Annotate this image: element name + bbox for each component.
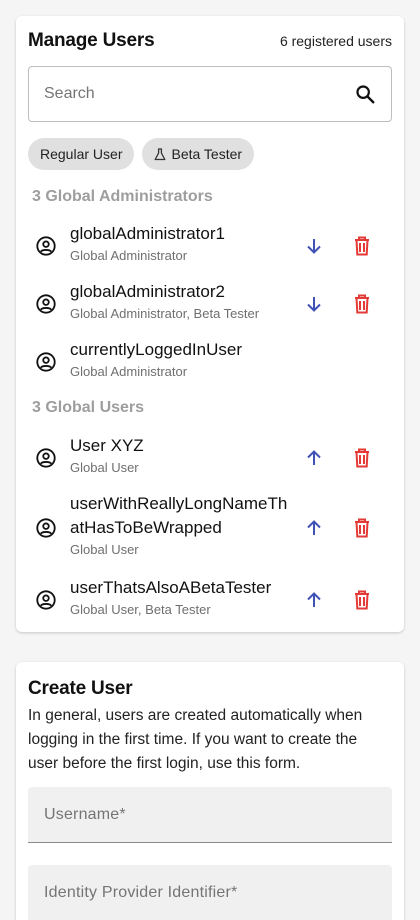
user-name: globalAdministrator1 <box>70 224 225 243</box>
user-name: User XYZ <box>70 436 144 455</box>
user-row: userThatsAlsoABetaTester Global User, Be… <box>16 576 404 624</box>
search-input[interactable] <box>44 85 353 103</box>
user-role: Global Administrator <box>70 364 188 379</box>
demote-arrow-down-icon[interactable] <box>298 288 330 320</box>
create-user-description: In general, users are created automatica… <box>28 707 363 772</box>
account-circle-icon <box>34 234 58 258</box>
delete-trash-icon[interactable] <box>346 288 378 320</box>
account-circle-icon <box>34 516 58 540</box>
user-name: currentlyLoggedInUser <box>70 340 242 359</box>
user-row: globalAdministrator2 Global Administrato… <box>16 280 404 328</box>
create-user-card: Create User In general, users are create… <box>16 662 404 920</box>
user-name: globalAdministrator2 <box>70 282 225 301</box>
user-role: Global Administrator <box>70 248 188 263</box>
manage-users-title: Manage Users <box>28 30 155 51</box>
account-circle-icon <box>34 446 58 470</box>
user-row: currentlyLoggedInUser Global Administrat… <box>16 338 404 386</box>
promote-arrow-up-icon[interactable] <box>298 512 330 544</box>
group-heading-administrators: 3 Global Administrators <box>32 188 213 205</box>
delete-trash-icon[interactable] <box>346 584 378 616</box>
filter-chip-regular-user[interactable]: Regular User <box>28 138 135 170</box>
promote-arrow-up-icon[interactable] <box>298 442 330 474</box>
account-circle-icon <box>34 588 58 612</box>
username-field[interactable]: Username* <box>28 787 392 843</box>
promote-arrow-up-icon[interactable] <box>298 584 330 616</box>
user-row: globalAdministrator1 Global Administrato… <box>16 222 404 270</box>
user-name: userWithReallyLongNameThatHasToBeWrapped <box>70 494 288 537</box>
user-role: Global User <box>70 460 139 475</box>
user-role: Global User <box>70 542 139 557</box>
username-label: Username* <box>44 805 126 823</box>
registered-users-count: 6 registered users <box>279 33 392 49</box>
filter-chip-label: Regular User <box>40 146 123 162</box>
manage-users-header: Manage Users 6 registered users <box>28 30 392 52</box>
delete-trash-icon[interactable] <box>346 442 378 474</box>
user-role: Global User, Beta Tester <box>70 602 211 617</box>
identity-provider-identifier-field[interactable]: Identity Provider Identifier* <box>28 865 392 920</box>
delete-trash-icon[interactable] <box>346 512 378 544</box>
user-row: userWithReallyLongNameThatHasToBeWrapped… <box>16 492 404 564</box>
account-circle-icon <box>34 292 58 316</box>
flask-icon <box>154 147 166 161</box>
user-row: User XYZ Global User <box>16 434 404 482</box>
delete-trash-icon[interactable] <box>346 230 378 262</box>
demote-arrow-down-icon[interactable] <box>298 230 330 262</box>
identity-provider-identifier-label: Identity Provider Identifier* <box>44 883 238 901</box>
user-name: userThatsAlsoABetaTester <box>70 578 272 597</box>
search-field[interactable] <box>28 66 392 122</box>
filter-chips: Regular User Beta Tester <box>28 138 255 170</box>
search-icon[interactable] <box>353 82 377 106</box>
filter-chip-beta-tester[interactable]: Beta Tester <box>142 138 255 170</box>
user-role: Global Administrator, Beta Tester <box>70 306 260 321</box>
create-user-title: Create User <box>28 678 133 699</box>
filter-chip-label: Beta Tester <box>171 146 243 162</box>
group-heading-users: 3 Global Users <box>32 399 145 416</box>
account-circle-icon <box>34 350 58 374</box>
manage-users-card: Manage Users 6 registered users Regular … <box>16 16 404 632</box>
